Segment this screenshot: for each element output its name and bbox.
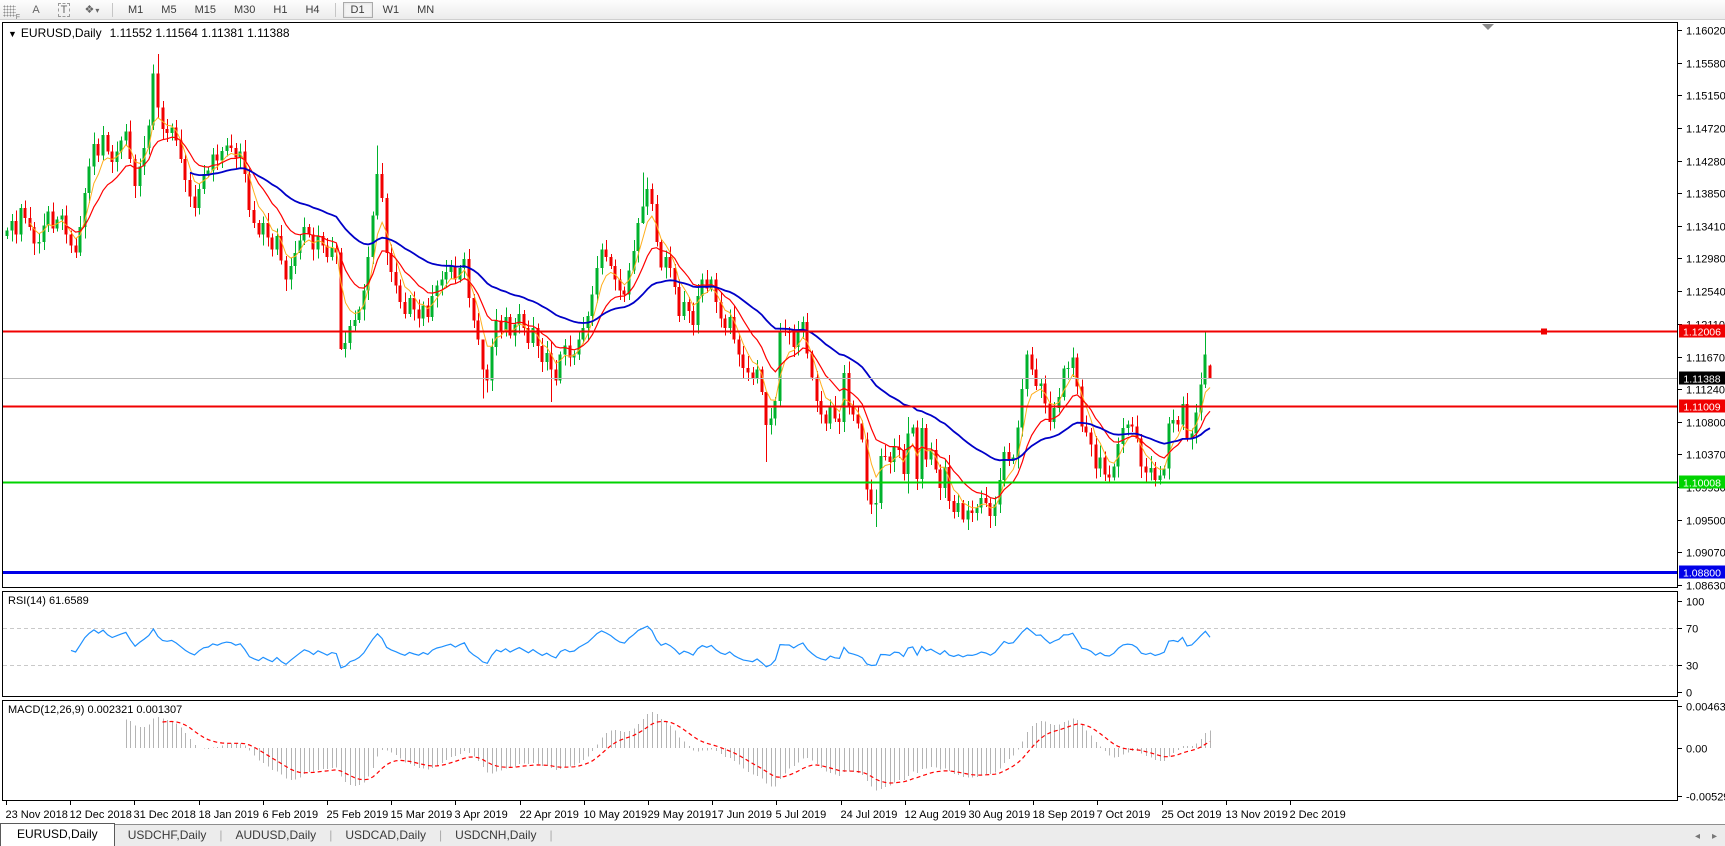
svg-text:5 Jul 2019: 5 Jul 2019 xyxy=(776,809,827,821)
svg-text:12 Dec 2018: 12 Dec 2018 xyxy=(70,809,132,821)
svg-text:25 Oct 2019: 25 Oct 2019 xyxy=(1162,809,1222,821)
chart-tab-eurusd[interactable]: EURUSD,Daily xyxy=(0,823,115,846)
svg-text:12 Aug 2019: 12 Aug 2019 xyxy=(905,809,967,821)
svg-text:18 Sep 2019: 18 Sep 2019 xyxy=(1033,809,1095,821)
svg-text:15 Mar 2019: 15 Mar 2019 xyxy=(391,809,453,821)
svg-text:1.13850: 1.13850 xyxy=(1686,189,1725,201)
svg-text:1.12540: 1.12540 xyxy=(1686,287,1725,299)
macd-indicator-label: MACD(12,26,9) 0.002321 0.001307 xyxy=(8,704,182,716)
chart-title: ▼ EURUSD,Daily 1.11552 1.11564 1.11381 1.1… xyxy=(8,26,290,40)
chart-tab-usdcnh[interactable]: USDCNH,Daily xyxy=(442,825,549,846)
macd-axis[interactable]: 0.00463 0.00 -0.00529 xyxy=(1678,702,1725,804)
svg-text:1.13410: 1.13410 xyxy=(1686,222,1725,234)
svg-text:29 May 2019: 29 May 2019 xyxy=(648,809,712,821)
object-arrange-icon[interactable]: ❖▾ xyxy=(78,3,106,16)
toolbar-separator xyxy=(335,3,336,17)
rsi-axis[interactable]: 100 70 30 0 xyxy=(1678,597,1704,700)
timeframe-button-group: M1M5M15M30H1H4 D1W1MN xyxy=(119,2,443,18)
toolbar-grip-icon[interactable]: F xyxy=(3,5,16,17)
svg-text:1.10008: 1.10008 xyxy=(1683,478,1721,490)
svg-text:1.14280: 1.14280 xyxy=(1686,157,1725,169)
price-axis[interactable]: 1.16020 1.15580 1.15150 1.14720 1.14280 1.138… xyxy=(1678,26,1725,593)
svg-text:1.15580: 1.15580 xyxy=(1686,59,1725,71)
svg-text:7 Oct 2019: 7 Oct 2019 xyxy=(1097,809,1151,821)
date-axis[interactable]: 23 Nov 201812 Dec 201831 Dec 201818 Jan … xyxy=(6,801,1346,821)
svg-text:1.12006: 1.12006 xyxy=(1683,327,1721,339)
tab-scroll-left-icon[interactable]: ◂ xyxy=(1695,831,1700,842)
svg-text:70: 70 xyxy=(1686,624,1698,636)
svg-text:1.10370: 1.10370 xyxy=(1686,450,1725,462)
dropdown-caret-icon[interactable]: ▾ xyxy=(95,6,99,15)
chart-tab-audusd[interactable]: AUDUSD,Daily xyxy=(223,825,330,846)
svg-text:1.09500: 1.09500 xyxy=(1686,516,1725,528)
svg-text:18 Jan 2019: 18 Jan 2019 xyxy=(199,809,260,821)
svg-text:-0.00529: -0.00529 xyxy=(1686,792,1725,804)
timeframe-button-D1[interactable]: D1 xyxy=(343,2,373,18)
chart-collapse-icon[interactable]: ▼ xyxy=(8,29,17,39)
svg-text:1.11670: 1.11670 xyxy=(1686,353,1725,365)
svg-text:1.08630: 1.08630 xyxy=(1686,581,1725,593)
svg-text:0.00463: 0.00463 xyxy=(1686,702,1725,714)
svg-text:0: 0 xyxy=(1686,688,1692,700)
svg-text:1.09070: 1.09070 xyxy=(1686,548,1725,560)
text-label-icon[interactable]: T xyxy=(50,4,78,16)
svg-text:0.00: 0.00 xyxy=(1686,744,1707,756)
chart-ohlc-quotes: 1.11552 1.11564 1.11381 1.11388 xyxy=(110,26,290,40)
svg-text:30 Aug 2019: 30 Aug 2019 xyxy=(969,809,1031,821)
svg-text:6 Feb 2019: 6 Feb 2019 xyxy=(263,809,319,821)
svg-text:1.08800: 1.08800 xyxy=(1683,568,1721,580)
tab-scroll-nav: ◂ ▸ xyxy=(1695,831,1717,846)
svg-text:17 Jun 2019: 17 Jun 2019 xyxy=(712,809,773,821)
font-annotation-icon[interactable]: A xyxy=(22,4,50,16)
svg-text:24 Jul 2019: 24 Jul 2019 xyxy=(841,809,898,821)
chart-tab-usdcad[interactable]: USDCAD,Daily xyxy=(332,825,439,846)
svg-text:1.16020: 1.16020 xyxy=(1686,26,1725,38)
svg-text:1.15150: 1.15150 xyxy=(1686,91,1725,103)
svg-text:1.11240: 1.11240 xyxy=(1686,385,1725,397)
svg-text:2 Dec 2019: 2 Dec 2019 xyxy=(1290,809,1346,821)
svg-text:25 Feb 2019: 25 Feb 2019 xyxy=(327,809,389,821)
svg-text:1.10800: 1.10800 xyxy=(1686,418,1725,430)
svg-text:22 Apr 2019: 22 Apr 2019 xyxy=(520,809,579,821)
svg-text:1.11009: 1.11009 xyxy=(1683,402,1720,414)
chart-workspace[interactable]: 1.16020 1.15580 1.15150 1.14720 1.14280 1.138… xyxy=(0,0,1725,846)
svg-text:1.12980: 1.12980 xyxy=(1686,254,1725,266)
timeframe-button-M5[interactable]: M5 xyxy=(153,2,184,18)
timeframe-button-H1[interactable]: H1 xyxy=(265,2,295,18)
top-toolbar: F A T ❖▾ M1M5M15M30H1H4 D1W1MN xyxy=(0,0,1725,20)
svg-text:3 Apr 2019: 3 Apr 2019 xyxy=(455,809,508,821)
rsi-indicator-label: RSI(14) 61.6589 xyxy=(8,595,89,607)
tab-divider: | xyxy=(549,825,552,846)
svg-text:100: 100 xyxy=(1686,597,1704,609)
timeframe-button-W1[interactable]: W1 xyxy=(375,2,408,18)
timeframe-button-H4[interactable]: H4 xyxy=(297,2,327,18)
tab-scroll-right-icon[interactable]: ▸ xyxy=(1712,831,1717,842)
timeframe-button-M30[interactable]: M30 xyxy=(226,2,263,18)
toolbar-separator xyxy=(112,3,113,17)
chart-tab-usdchf[interactable]: USDCHF,Daily xyxy=(115,825,220,846)
timeframe-button-M1[interactable]: M1 xyxy=(120,2,151,18)
svg-text:10 May 2019: 10 May 2019 xyxy=(584,809,648,821)
chart-tab-bar: EURUSD,DailyUSDCHF,Daily|AUDUSD,Daily|US… xyxy=(0,824,1725,846)
svg-text:1.11388: 1.11388 xyxy=(1683,374,1720,386)
svg-text:30: 30 xyxy=(1686,661,1698,673)
timeframe-button-M15[interactable]: M15 xyxy=(187,2,224,18)
svg-text:1.14720: 1.14720 xyxy=(1686,124,1725,136)
timeframe-button-MN[interactable]: MN xyxy=(409,2,442,18)
svg-text:31 Dec 2018: 31 Dec 2018 xyxy=(134,809,196,821)
svg-text:13 Nov 2019: 13 Nov 2019 xyxy=(1226,809,1288,821)
svg-text:23 Nov 2018: 23 Nov 2018 xyxy=(6,809,68,821)
chart-symbol-label: EURUSD,Daily xyxy=(21,26,102,40)
